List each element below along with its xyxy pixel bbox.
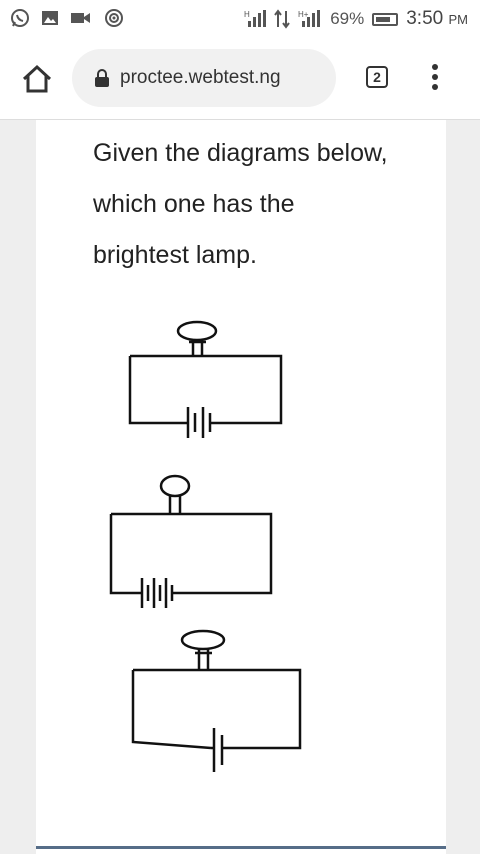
signal-h-plus-icon: H+ bbox=[298, 10, 321, 27]
tab-switcher-button[interactable]: 2 bbox=[366, 66, 388, 88]
content-card: Given the diagrams below, which one has … bbox=[36, 120, 446, 854]
circuit-2-battery bbox=[137, 578, 196, 608]
status-bar: H H+ 69% 3:50 PM bbox=[0, 0, 480, 38]
circuit-diagram-3 bbox=[131, 629, 302, 772]
gallery-icon bbox=[42, 11, 58, 25]
circuit-1-lamp bbox=[176, 320, 218, 356]
system-status: H H+ 69% 3:50 PM bbox=[244, 8, 468, 30]
video-call-icon bbox=[71, 13, 90, 23]
circuit-diagrams bbox=[109, 320, 302, 772]
notification-icons bbox=[10, 8, 124, 28]
browser-toolbar: proctee.webtest.ng 2 bbox=[0, 38, 480, 120]
circuit-3-wire bbox=[131, 668, 302, 750]
more-vert-icon[interactable] bbox=[425, 64, 445, 96]
circuit-1-battery bbox=[180, 407, 223, 438]
circuit-2-lamp bbox=[159, 474, 191, 514]
circuit-diagram-1 bbox=[128, 320, 283, 438]
whatsapp-icon bbox=[11, 9, 29, 27]
circuit-2-wire bbox=[109, 512, 273, 595]
circuit-3-battery bbox=[211, 728, 232, 772]
home-icon[interactable] bbox=[20, 62, 54, 96]
data-arrows-icon bbox=[274, 9, 291, 29]
lock-icon bbox=[95, 69, 109, 87]
battery-icon bbox=[372, 12, 399, 26]
content-divider bbox=[36, 846, 446, 849]
circuit-diagram-2 bbox=[109, 474, 273, 608]
hotspot-icon bbox=[105, 9, 123, 27]
svg-text:H: H bbox=[244, 10, 250, 19]
clock: 3:50 PM bbox=[406, 8, 468, 29]
circuit-3-lamp bbox=[180, 629, 226, 670]
circuit-1-wire bbox=[128, 354, 283, 425]
signal-h-icon: H bbox=[244, 10, 267, 27]
url-text: proctee.webtest.ng bbox=[120, 67, 281, 88]
address-bar[interactable]: proctee.webtest.ng bbox=[72, 49, 336, 107]
battery-percent: 69% bbox=[330, 9, 365, 28]
